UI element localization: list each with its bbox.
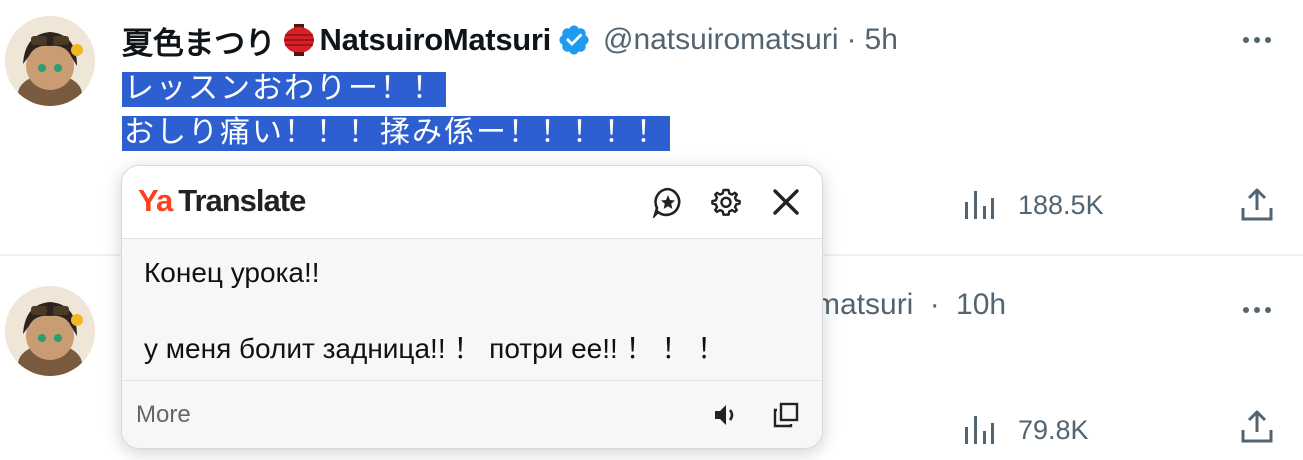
translate-popup[interactable]: Ya Translate Конец урока!! у меня болит … (121, 165, 823, 449)
avatar[interactable] (5, 286, 95, 376)
popup-header: Ya Translate (122, 166, 822, 239)
views-button[interactable]: 79.8K (962, 413, 1089, 447)
star-bubble-icon[interactable] (652, 186, 684, 218)
avatar[interactable] (5, 16, 95, 106)
translation-text: Конец урока!! у меня болит задница!! ！ п… (144, 257, 726, 364)
selected-text-line-2: おしり痛い！！！揉み係ー！！！！！ (122, 116, 670, 151)
tweet-header: 夏色まつり NatsuiroMatsuri @natsuiromatsuri ·… (122, 18, 898, 63)
display-name[interactable]: 夏色まつり (122, 18, 276, 63)
selected-text-line-1: レッスンおわりー！！ (122, 72, 446, 107)
views-button[interactable]: 188.5K (962, 188, 1104, 222)
translate-brand-logo: Ya Translate (138, 183, 306, 219)
avatar-image (5, 16, 95, 106)
display-name-latin[interactable]: NatsuiroMatsuri (320, 22, 552, 58)
timestamp[interactable]: 10h (956, 288, 1006, 321)
separator-dot: · (929, 288, 940, 321)
views-count: 79.8K (1018, 414, 1089, 445)
timestamp[interactable]: 5h (865, 23, 898, 57)
brand-ya: Ya (138, 183, 173, 218)
tweet-2-header: matsuri · 10h (815, 288, 1006, 322)
analytics-icon (965, 191, 994, 219)
copy-icon[interactable] (772, 401, 800, 429)
verified-badge-icon[interactable] (557, 23, 591, 57)
popup-footer: More (122, 380, 822, 448)
gear-icon[interactable] (710, 186, 742, 218)
brand-name: Translate (178, 183, 306, 218)
lantern-icon (280, 21, 318, 59)
separator-dot: · (846, 23, 857, 56)
views-count: 188.5K (1018, 189, 1104, 220)
more-options-icon[interactable] (1237, 20, 1277, 60)
handle-partial[interactable]: matsuri (815, 288, 913, 321)
close-icon[interactable] (770, 186, 802, 218)
tweet-text[interactable]: レッスンおわりー！！ おしり痛い！！！揉み係ー！！！！！ (122, 68, 670, 154)
share-icon[interactable] (1238, 186, 1276, 224)
handle[interactable]: @natsuiromatsuri (603, 23, 839, 57)
speaker-icon[interactable] (712, 401, 740, 429)
share-icon[interactable] (1238, 408, 1276, 446)
more-link[interactable]: More (136, 401, 191, 429)
more-options-icon[interactable] (1237, 290, 1277, 330)
avatar-image (5, 286, 95, 376)
analytics-icon (965, 416, 994, 444)
